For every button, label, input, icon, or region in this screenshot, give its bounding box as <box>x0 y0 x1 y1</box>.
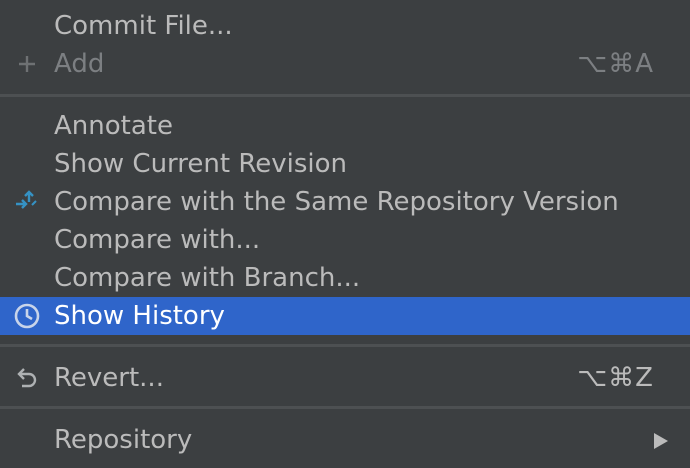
compare-arrows-icon <box>10 183 44 221</box>
menu-item-label: Add <box>54 49 105 79</box>
plus-icon <box>10 45 44 83</box>
menu-item-add[interactable]: Add ⌥⌘A <box>0 45 690 83</box>
menu-item-label: Annotate <box>54 111 173 141</box>
menu-item-commit-file[interactable]: Commit File... <box>0 7 690 45</box>
clock-icon <box>10 297 44 335</box>
menu-item-label: Show Current Revision <box>54 149 347 179</box>
menu-item-label: Compare with the Same Repository Version <box>54 187 619 217</box>
menu-item-compare-same-repo-version[interactable]: Compare with the Same Repository Version <box>0 183 690 221</box>
menu-item-compare-with[interactable]: Compare with... <box>0 221 690 259</box>
menu-item-annotate[interactable]: Annotate <box>0 107 690 145</box>
submenu-arrow-icon <box>654 433 668 449</box>
vcs-context-menu: Commit File... Add ⌥⌘A Annotate Show Cur… <box>0 0 690 468</box>
menu-item-label: Compare with... <box>54 225 261 255</box>
menu-separator <box>0 94 690 97</box>
undo-icon <box>10 359 44 397</box>
menu-item-label: Commit File... <box>54 11 233 41</box>
menu-item-label: Revert... <box>54 363 164 393</box>
shortcut-text: ⌥⌘A <box>577 49 654 79</box>
menu-item-label: Compare with Branch... <box>54 263 361 293</box>
menu-separator <box>0 344 690 347</box>
shortcut-text: ⌥⌘Z <box>577 363 654 393</box>
menu-item-label: Repository <box>54 425 193 455</box>
menu-item-revert[interactable]: Revert... ⌥⌘Z <box>0 359 690 397</box>
menu-item-show-history[interactable]: Show History <box>0 297 690 335</box>
menu-separator <box>0 406 690 409</box>
menu-item-show-current-revision[interactable]: Show Current Revision <box>0 145 690 183</box>
menu-item-repository[interactable]: Repository <box>0 421 690 459</box>
menu-item-label: Show History <box>54 301 225 331</box>
menu-item-compare-with-branch[interactable]: Compare with Branch... <box>0 259 690 297</box>
